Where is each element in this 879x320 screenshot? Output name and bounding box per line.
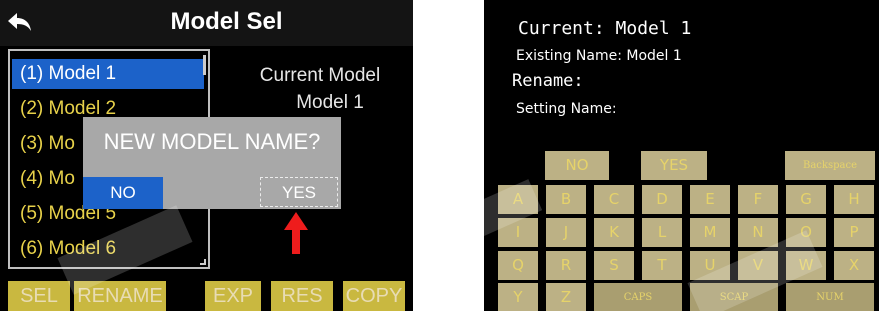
exp-button[interactable]: EXP (205, 281, 261, 311)
key-r[interactable]: R (546, 251, 586, 280)
copy-button[interactable]: COPY (343, 281, 405, 311)
key-no[interactable]: NO (545, 151, 609, 180)
key-k[interactable]: K (594, 218, 634, 247)
key-g[interactable]: G (786, 185, 826, 214)
header-bar: Model Sel (0, 0, 413, 46)
key-z[interactable]: Z (546, 283, 586, 311)
key-b[interactable]: B (546, 185, 586, 214)
sel-button[interactable]: SEL (8, 281, 70, 311)
scrollbar[interactable] (203, 55, 206, 75)
existing-name-text: Existing Name: Model 1 (516, 48, 682, 64)
key-e[interactable]: E (690, 185, 730, 214)
key-s[interactable]: S (594, 251, 634, 280)
dialog-yes-button[interactable]: YES (260, 177, 338, 207)
key-x[interactable]: X (834, 251, 874, 280)
screen-title: Model Sel (170, 8, 283, 35)
key-y[interactable]: Y (498, 283, 538, 311)
setting-name-label: Setting Name: (516, 101, 617, 117)
key-h[interactable]: H (834, 185, 874, 214)
red-up-arrow-icon (284, 212, 308, 254)
key-m[interactable]: M (690, 218, 730, 247)
list-item[interactable]: (1) Model 1 (12, 59, 204, 89)
key-c[interactable]: C (594, 185, 634, 214)
key-caps[interactable]: CAPS (594, 283, 682, 311)
resize-grip (200, 259, 206, 265)
key-t[interactable]: T (642, 251, 682, 280)
key-p[interactable]: P (834, 218, 874, 247)
dialog-title: NEW MODEL NAME? (103, 129, 321, 154)
key-l[interactable]: L (642, 218, 682, 247)
key-q[interactable]: Q (498, 251, 538, 280)
key-num[interactable]: NUM (786, 283, 874, 311)
res-button[interactable]: RES (271, 281, 333, 311)
current-model-label: Current Model (259, 65, 381, 86)
key-f[interactable]: F (738, 185, 778, 214)
key-yes[interactable]: YES (641, 151, 707, 180)
key-n[interactable]: N (738, 218, 778, 247)
new-name-dialog: NEW MODEL NAME? NO YES (83, 117, 341, 209)
current-model-text: Current: Model 1 (518, 18, 692, 39)
rename-label: Rename: (512, 71, 584, 91)
key-d[interactable]: D (642, 185, 682, 214)
key-backspace[interactable]: Backspace (785, 151, 875, 180)
current-model-value: Model 1 (296, 92, 364, 113)
dialog-no-button[interactable]: NO (83, 177, 163, 209)
key-j[interactable]: J (546, 218, 586, 247)
